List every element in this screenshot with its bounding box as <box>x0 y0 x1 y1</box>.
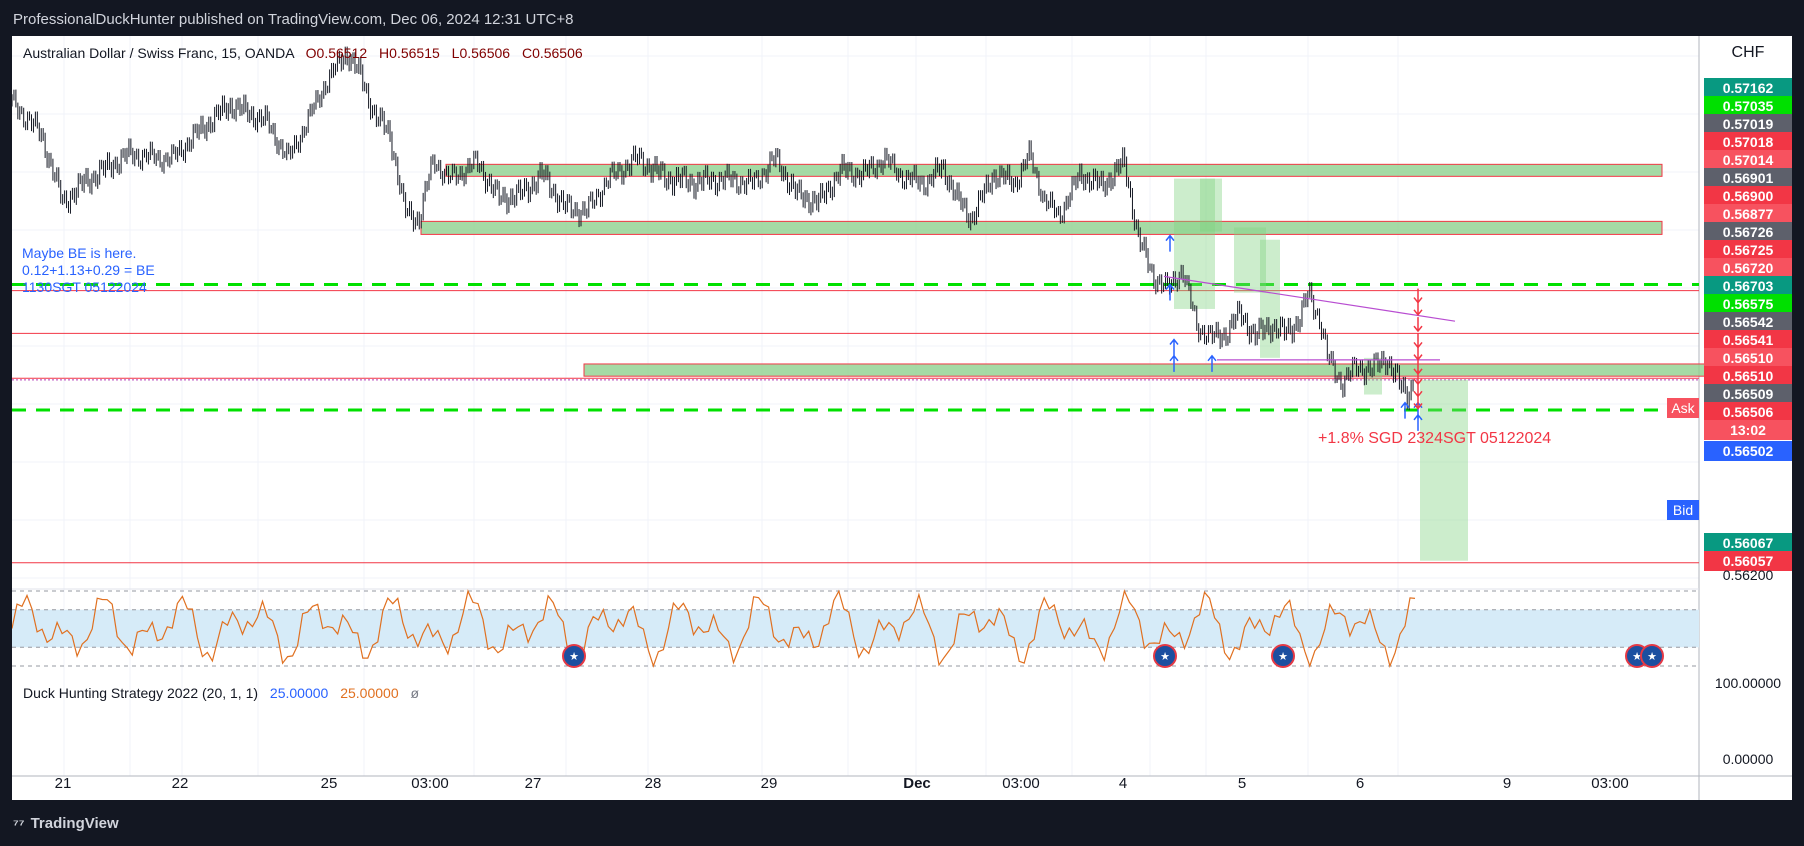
down-arrow <box>1413 317 1423 333</box>
indicator-name: Duck Hunting Strategy 2022 (20, 1, 1) <box>23 685 259 701</box>
price-label: 0.56502 <box>1704 441 1792 461</box>
down-arrow <box>1413 333 1423 349</box>
time-tick: 03:00 <box>1002 775 1040 792</box>
chart-note: Maybe BE is here. 0.12+1.13+0.29 = BE 11… <box>22 245 155 296</box>
price-label: 0.57019 <box>1704 114 1792 134</box>
price-label: 0.56726 <box>1704 222 1792 242</box>
time-tick: 22 <box>171 775 189 792</box>
note-line-3: 1130SGT 05122024 <box>22 279 147 295</box>
time-tick: 03:00 <box>1591 775 1629 792</box>
footer-bar <box>0 800 1804 846</box>
price-label: 0.57035 <box>1704 96 1792 116</box>
price-label: 0.56506 <box>1704 402 1792 422</box>
time-tick: 28 <box>644 775 662 792</box>
symbol-name: Australian Dollar / Swiss Franc, 15, OAN… <box>23 45 294 61</box>
price-label: 0.56877 <box>1704 204 1792 224</box>
time-tick: 5 <box>1237 775 1247 792</box>
price-label: 0.57018 <box>1704 132 1792 152</box>
down-arrow <box>1413 345 1423 361</box>
trade-box <box>1420 379 1468 561</box>
price-label: 0.56720 <box>1704 258 1792 278</box>
price-label: 0.56510 <box>1704 366 1792 386</box>
time-tick: 29 <box>760 775 778 792</box>
up-arrow <box>1169 338 1179 356</box>
high-value: H0.56515 <box>379 45 440 61</box>
down-arrow <box>1413 300 1423 317</box>
note-line-1: Maybe BE is here. <box>22 245 137 261</box>
price-label: 0.57162 <box>1704 78 1792 98</box>
price-label: 0.56510 <box>1704 348 1792 368</box>
price-label: 0.56703 <box>1704 276 1792 296</box>
time-tick: 03:00 <box>411 775 449 792</box>
indicator-value-1: 25.00000 <box>269 685 329 701</box>
tradingview-logo-icon: ⁷⁷ <box>13 815 25 832</box>
indicator-value-2: 25.00000 <box>340 685 399 701</box>
up-arrow <box>1165 234 1175 252</box>
brand-name: TradingView <box>30 815 119 832</box>
tradingview-logo[interactable]: ⁷⁷ TradingView <box>13 815 119 832</box>
eye-off-icon[interactable]: ø <box>411 685 420 701</box>
support-zone <box>420 220 1663 235</box>
time-tick: 4 <box>1118 775 1128 792</box>
trade-box <box>1200 178 1222 232</box>
price-label: 0.56541 <box>1704 330 1792 350</box>
support-zone <box>583 363 1710 377</box>
time-tick: 9 <box>1502 775 1512 792</box>
time-tick: 27 <box>524 775 542 792</box>
osc-tick-bottom: 0.00000 <box>1722 751 1774 767</box>
time-tick: 25 <box>320 775 338 792</box>
price-label: 13:02 <box>1704 420 1792 440</box>
up-arrow <box>1165 283 1175 301</box>
close-value: C0.56506 <box>521 45 583 61</box>
time-tick: Dec <box>903 775 931 792</box>
au-flag-icon[interactable]: ★ <box>1153 644 1177 668</box>
price-label: 0.56725 <box>1704 240 1792 260</box>
price-label: 0.56542 <box>1704 312 1792 332</box>
price-label: 0.56575 <box>1704 294 1792 314</box>
price-label: 0.57014 <box>1704 150 1792 170</box>
note-line-2: 0.12+1.13+0.29 = BE <box>22 262 155 278</box>
time-tick: 6 <box>1355 775 1365 792</box>
publish-header: ProfessionalDuckHunter published on Trad… <box>0 0 1804 36</box>
indicator-legend[interactable]: Duck Hunting Strategy 2022 (20, 1, 1) 25… <box>23 685 419 701</box>
price-label: 0.56067 <box>1704 533 1792 553</box>
publish-info: ProfessionalDuckHunter published on Trad… <box>13 11 574 28</box>
price-label: 0.56900 <box>1704 186 1792 206</box>
au-flag-icon[interactable]: ★ <box>1271 644 1295 668</box>
ask-tag: Ask <box>1667 398 1699 418</box>
price-label: 0.56901 <box>1704 168 1792 188</box>
open-value: O0.56512 <box>305 45 368 61</box>
price-tick: 0.56200 <box>1722 567 1774 583</box>
support-zone <box>445 163 1663 177</box>
au-flag-icon[interactable]: ★ <box>1640 644 1664 668</box>
symbol-legend[interactable]: Australian Dollar / Swiss Franc, 15, OAN… <box>23 45 583 61</box>
osc-tick-top: 100.00000 <box>1714 675 1782 691</box>
time-tick: 21 <box>54 775 72 792</box>
low-value: L0.56506 <box>451 45 511 61</box>
profit-note: +1.8% SGD 2324SGT 05122024 <box>1318 430 1552 447</box>
currency-button[interactable]: CHF <box>1703 38 1793 68</box>
au-flag-icon[interactable]: ★ <box>562 644 586 668</box>
bid-tag: Bid <box>1667 500 1699 520</box>
price-label: 0.56509 <box>1704 384 1792 404</box>
